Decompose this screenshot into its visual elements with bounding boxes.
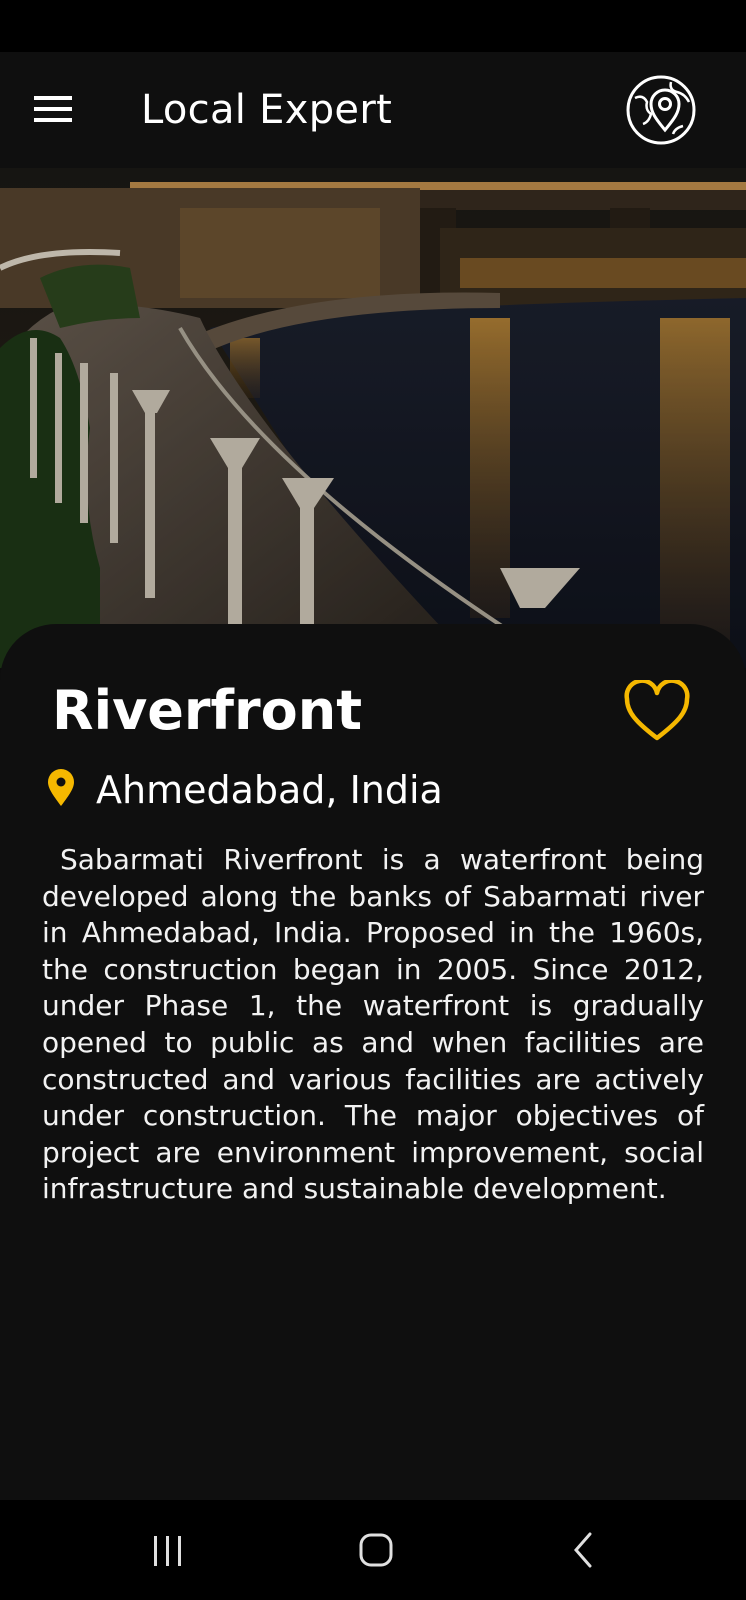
place-details-card: Riverfront Ahmedabad, India Sabarmati Ri… <box>0 624 746 1500</box>
hamburger-menu-icon[interactable] <box>34 96 74 124</box>
back-icon[interactable] <box>570 1530 600 1570</box>
globe-location-pin-icon[interactable] <box>625 74 697 146</box>
heart-outline-icon[interactable] <box>622 678 692 744</box>
location-text: Ahmedabad, India <box>96 768 443 812</box>
app-title: Local Expert <box>141 87 393 133</box>
place-title: Riverfront <box>52 679 363 742</box>
status-bar <box>0 0 746 52</box>
place-description: Sabarmati Riverfront is a waterfront bei… <box>42 843 704 1206</box>
app-bar: Local Expert <box>0 52 746 168</box>
home-icon[interactable] <box>356 1530 396 1570</box>
hero-image <box>0 168 746 668</box>
map-pin-icon <box>46 768 76 808</box>
recent-apps-icon[interactable] <box>150 1530 186 1570</box>
system-navigation-bar <box>0 1500 746 1600</box>
